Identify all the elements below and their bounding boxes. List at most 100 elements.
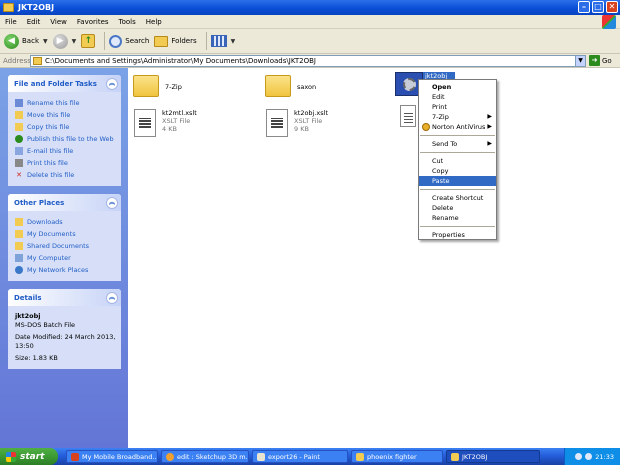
task-publish[interactable]: Publish this file to the Web [15,133,117,145]
task-print[interactable]: Print this file [15,157,117,169]
folders-button[interactable]: Folders [154,31,197,51]
file-name: kt2mtl.xslt [162,109,197,117]
menu-tools[interactable]: Tools [114,18,141,26]
go-button[interactable]: ➜ Go [589,55,612,66]
place-my-computer[interactable]: My Computer [15,252,117,264]
menu-edit-file[interactable]: Edit [419,92,496,102]
task-copy[interactable]: Copy this file [15,121,117,133]
folder-icon [265,75,291,97]
menu-7zip[interactable]: 7-Zip ▶ [419,112,496,122]
volume-tray-icon[interactable] [585,453,593,460]
menu-view[interactable]: View [45,18,72,26]
other-places-header[interactable]: Other Places ︽ [8,194,121,211]
collapse-icon[interactable]: ︽ [106,196,118,209]
details-header[interactable]: Details ︽ [8,289,121,306]
folders-icon [154,35,169,47]
panel-title: Other Places [14,198,65,207]
file-item-saxon[interactable]: saxon [265,75,316,97]
menu-help[interactable]: Help [141,18,167,26]
menu-edit[interactable]: Edit [22,18,46,26]
maximize-button[interactable]: □ [592,1,604,13]
up-folder-icon: ↑ [81,34,96,48]
taskbar-button-jkt2obj[interactable]: JKT2OBJ [446,450,540,463]
taskbar-button-paint[interactable]: export26 - Paint [252,450,348,463]
taskbar-button-broadband[interactable]: My Mobile Broadband... [66,450,158,463]
taskbar-button-phoenix[interactable]: phoenix fighter [351,450,443,463]
file-size: 9 KB [294,125,309,133]
submenu-arrow-icon: ▶ [487,123,492,130]
collapse-icon[interactable]: ︽ [106,77,118,90]
folder-icon [15,242,23,250]
menu-properties[interactable]: Properties [419,230,496,240]
text-file-icon[interactable] [400,105,416,127]
xslt-file-icon [266,109,288,137]
go-arrow-icon: ➜ [589,55,600,66]
menu-copy[interactable]: Copy [419,166,496,176]
file-list: 7-Zip saxon jkt2obj kt2mtl.xslt XSLT Fil… [128,68,620,448]
menu-label: Send To [432,140,458,148]
minimize-button[interactable]: – [578,1,590,13]
task-delete[interactable]: ✕ Delete this file [15,169,117,181]
menu-cut[interactable]: Cut [419,156,496,166]
menu-norton[interactable]: Norton AntiVirus ▶ [419,122,496,132]
back-button[interactable]: ◀ Back ▼ [4,31,48,51]
menu-create-shortcut[interactable]: Create Shortcut [419,193,496,203]
network-tray-icon[interactable] [575,453,583,460]
forward-button[interactable]: ▶ ▼ [52,31,77,51]
folders-label: Folders [171,37,197,45]
address-bar: Address C:\Documents and Settings\Admini… [0,54,620,68]
collapse-icon[interactable]: ︽ [106,291,118,304]
file-type: XSLT File [162,117,191,125]
details-modified: Date Modified: 24 March 2013, 13:50 [15,333,116,350]
address-input[interactable]: C:\Documents and Settings\Administrator\… [30,55,586,67]
menu-favorites[interactable]: Favorites [72,18,114,26]
start-button[interactable]: start [0,448,58,465]
address-label: Address [3,56,31,65]
task-email[interactable]: E-mail this file [15,145,117,157]
delete-x-icon: ✕ [16,171,22,179]
file-tasks-header[interactable]: File and Folder Tasks ︽ [8,75,121,92]
menu-delete[interactable]: Delete [419,203,496,213]
views-icon [210,35,227,47]
menu-open[interactable]: Open [419,82,496,92]
taskbar-button-sketchup[interactable]: edit : Sketchup 3D m... [161,450,249,463]
browser-icon [166,452,174,461]
chevron-down-icon[interactable]: ▼ [575,56,585,66]
menu-print[interactable]: Print [419,102,496,112]
file-item-7zip[interactable]: 7-Zip [133,75,182,97]
menu-rename[interactable]: Rename [419,213,496,223]
chevron-down-icon[interactable]: ▼ [72,38,77,45]
rename-icon [15,99,23,107]
menu-paste[interactable]: Paste [419,176,496,186]
menu-file[interactable]: File [0,18,22,26]
file-name: kt2obj.xslt [294,109,329,117]
chevron-down-icon[interactable]: ▼ [43,38,48,45]
chevron-down-icon[interactable]: ▼ [231,38,236,45]
task-rename[interactable]: Rename this file [15,97,117,109]
up-folder-button[interactable]: ↑ [81,31,96,51]
file-item-kt2obj[interactable]: kt2obj.xslt XSLT File 9 KB [266,109,328,137]
views-button[interactable]: ▼ [210,31,236,51]
title-bar[interactable]: JKT2OBJ – □ ✕ [0,0,620,15]
place-label: My Computer [27,254,71,262]
task-label: Rename this file [27,99,80,107]
menu-separator [420,226,495,227]
broadband-icon [71,452,79,461]
panel-title: File and Folder Tasks [14,79,97,88]
context-menu: Open Edit Print 7-Zip ▶ Norton AntiVirus ▶… [418,79,497,240]
search-button[interactable]: Search [109,31,149,51]
taskbar-label: edit : Sketchup 3D m... [177,452,249,461]
place-downloads[interactable]: Downloads [15,216,117,228]
menu-label: Norton AntiVirus [432,123,486,131]
network-icon [15,266,23,274]
place-network[interactable]: My Network Places [15,264,117,276]
close-button[interactable]: ✕ [606,1,618,13]
place-shared-documents[interactable]: Shared Documents [15,240,117,252]
start-label: start [20,451,45,462]
copy-icon [15,123,23,131]
place-my-documents[interactable]: My Documents [15,228,117,240]
task-label: Move this file [27,111,71,119]
task-move[interactable]: Move this file [15,109,117,121]
file-item-kt2mtl[interactable]: kt2mtl.xslt XSLT File 4 KB [134,109,197,137]
menu-send-to[interactable]: Send To ▶ [419,139,496,149]
